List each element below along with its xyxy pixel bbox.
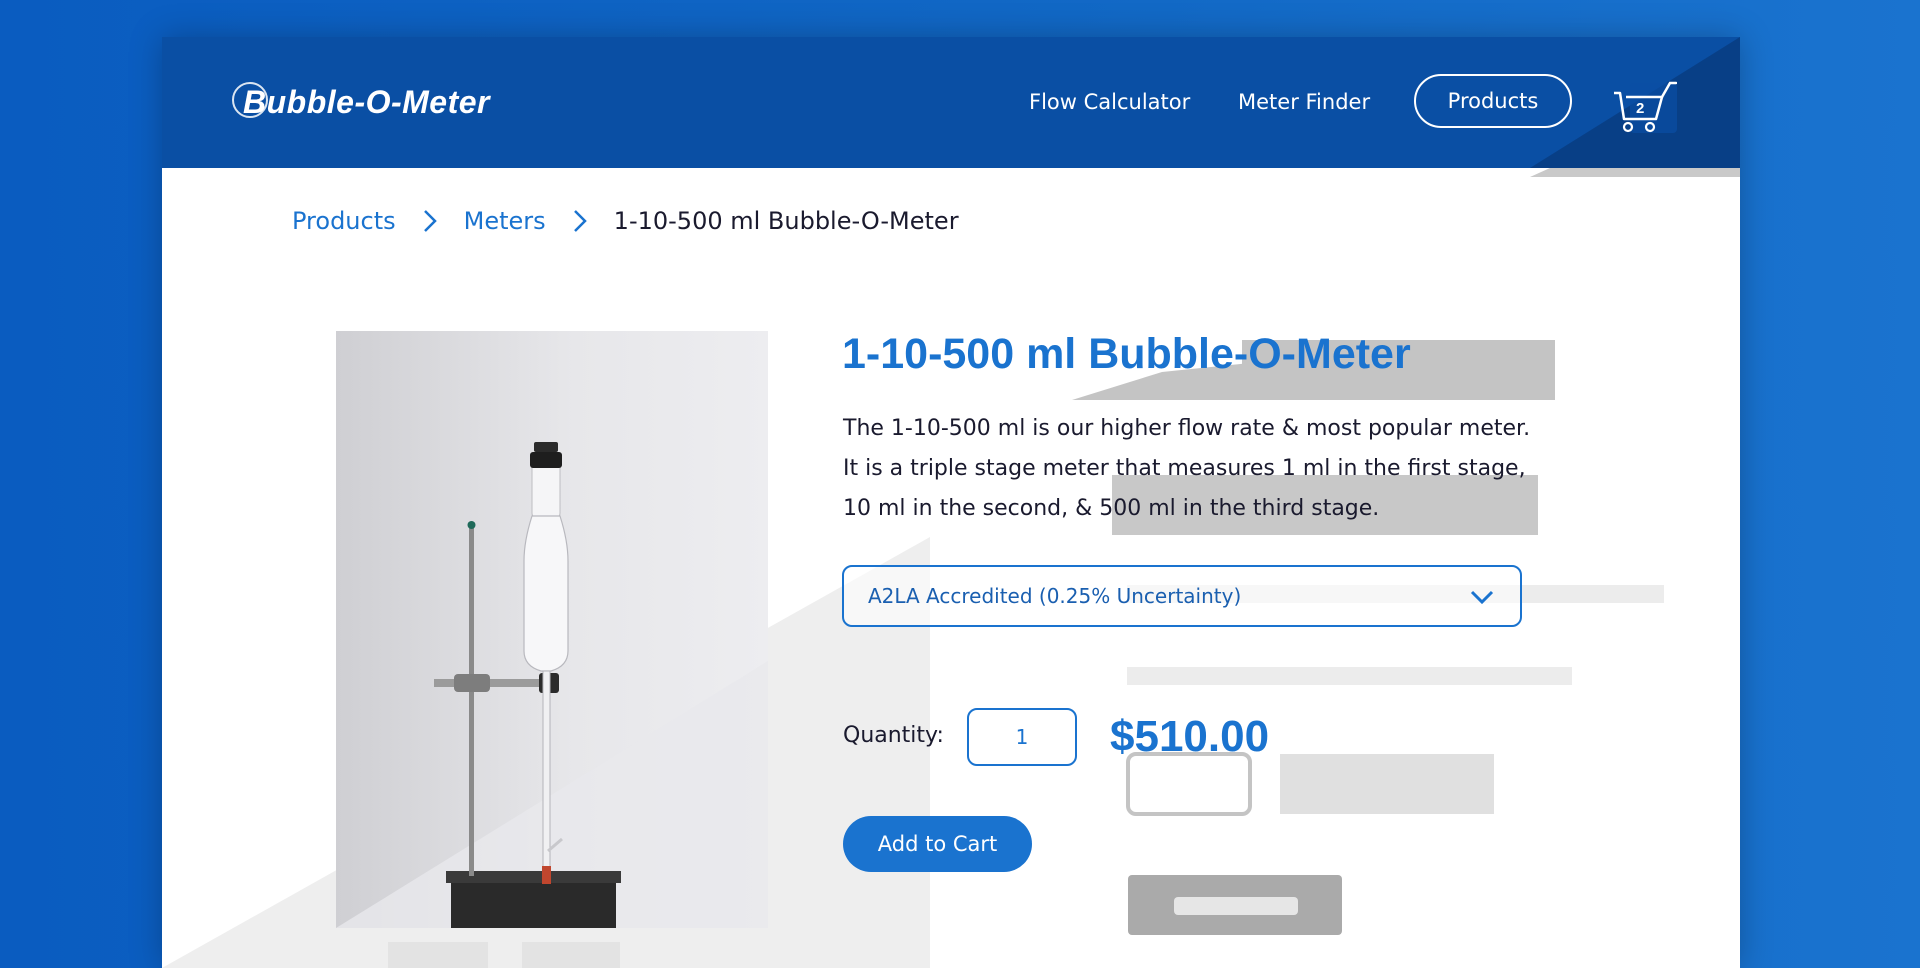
nav-flow-calculator[interactable]: Flow Calculator — [1029, 90, 1190, 114]
bubble-meter-illustration — [336, 442, 768, 928]
breadcrumb: Products Meters 1-10-500 ml Bubble-O-Met… — [292, 203, 959, 239]
header-gray-strip — [1530, 168, 1740, 177]
breadcrumb-products[interactable]: Products — [292, 207, 396, 235]
breadcrumb-current: 1-10-500 ml Bubble-O-Meter — [613, 207, 959, 235]
nav-products-button[interactable]: Products — [1414, 74, 1572, 128]
chevron-right-icon — [560, 206, 600, 236]
browser-window: Bubble-O-Meter Flow Calculator Meter Fin… — [162, 37, 1740, 968]
chevron-right-icon — [410, 206, 450, 236]
nav-meter-finder[interactable]: Meter Finder — [1238, 90, 1370, 114]
main-nav: Flow Calculator Meter Finder Products — [162, 74, 1740, 130]
product-description: The 1-10-500 ml is our higher flow rate … — [843, 409, 1643, 529]
product-image[interactable] — [336, 331, 768, 928]
product-price: $510.00 — [1110, 712, 1270, 761]
site-header: Bubble-O-Meter Flow Calculator Meter Fin… — [162, 37, 1740, 168]
description-line: It is a triple stage meter that measures… — [843, 456, 1526, 481]
accreditation-select[interactable]: A2LA Accredited (0.25% Uncertainty) — [842, 565, 1522, 627]
product-title: 1-10-500 ml Bubble-O-Meter — [842, 330, 1411, 378]
quantity-input[interactable]: 1 — [967, 708, 1077, 766]
cart-icon: 2 — [1614, 81, 1678, 133]
quantity-label: Quantity: — [843, 723, 944, 748]
cart-button[interactable]: 2 — [1612, 79, 1678, 137]
cart-count: 2 — [1636, 100, 1644, 117]
chevron-down-icon — [1470, 590, 1494, 605]
add-to-cart-button[interactable]: Add to Cart — [843, 816, 1032, 872]
select-value: A2LA Accredited (0.25% Uncertainty) — [868, 584, 1242, 608]
description-line: The 1-10-500 ml is our higher flow rate … — [843, 416, 1531, 441]
breadcrumb-meters[interactable]: Meters — [464, 207, 546, 235]
description-line: 10 ml in the second, & 500 ml in the thi… — [843, 496, 1380, 521]
